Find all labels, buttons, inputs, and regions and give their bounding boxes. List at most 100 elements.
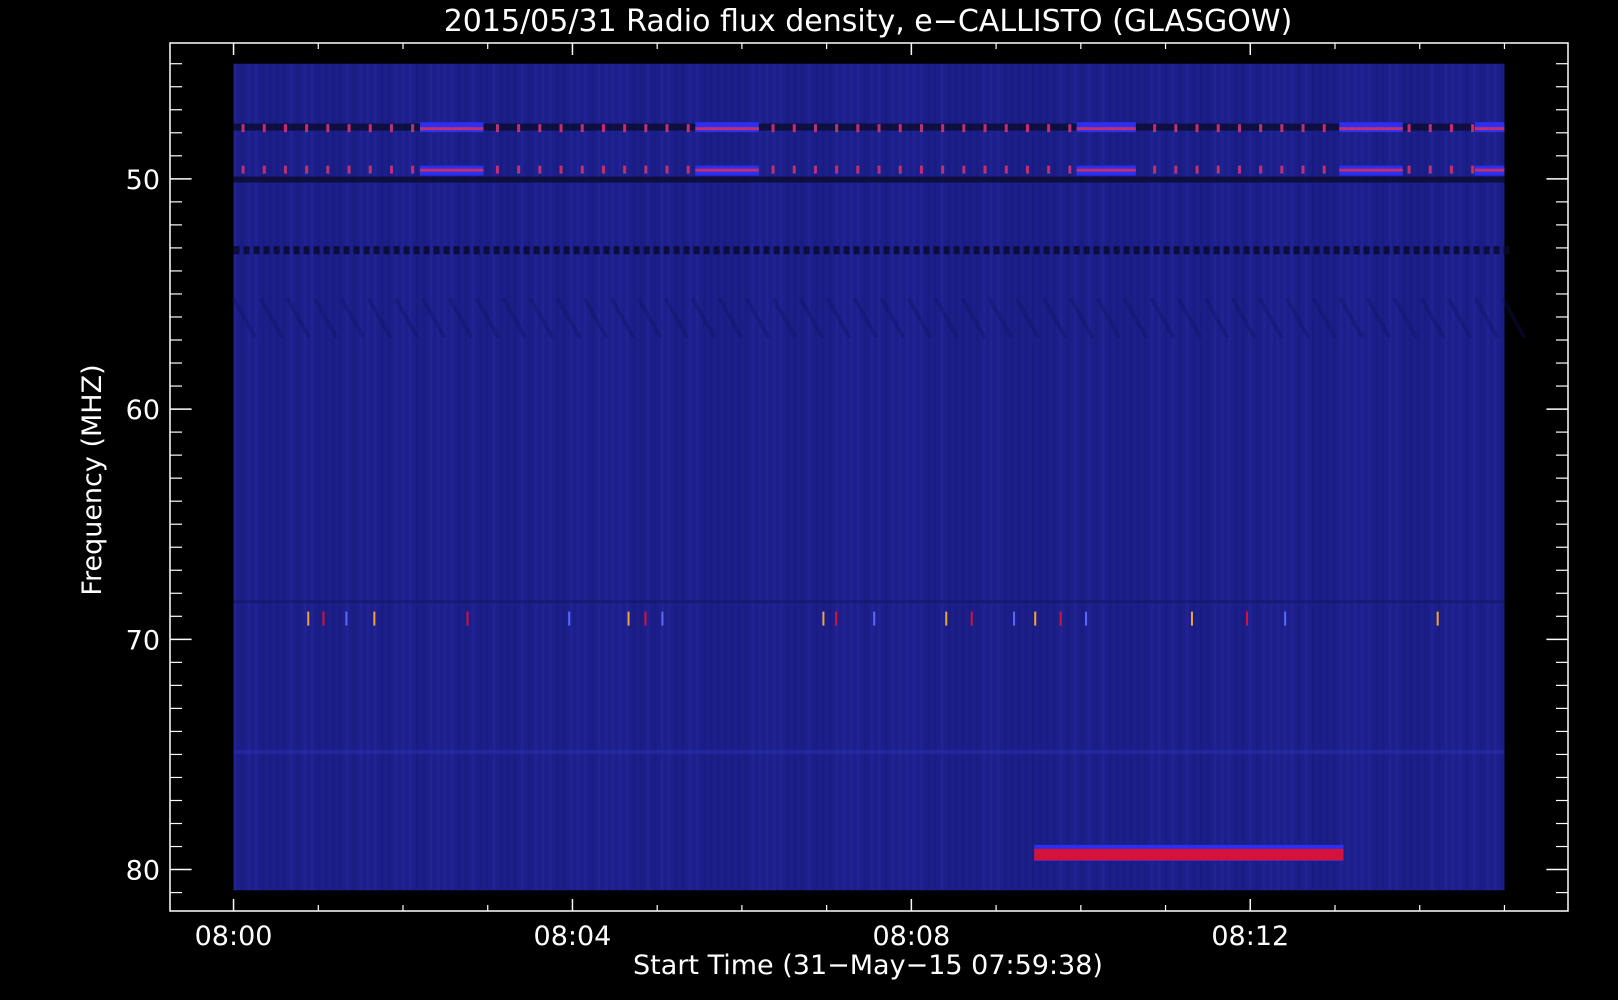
noise-column (1339, 63, 1343, 891)
stripe-segment (1273, 246, 1280, 255)
dash-lower (665, 165, 669, 174)
noise-column (1255, 63, 1259, 891)
dash-lower (283, 165, 287, 174)
block-upper (1076, 122, 1136, 133)
spike (307, 611, 310, 626)
stripe-segment (863, 246, 870, 255)
stripe-segment (1003, 246, 1010, 255)
stripe-segment (753, 246, 760, 255)
noise-column (835, 63, 839, 891)
stripe-segment (243, 246, 250, 255)
dash-upper (1216, 124, 1220, 133)
stripe-segment (643, 246, 650, 255)
noise-column (898, 63, 902, 891)
dash-lower (1153, 165, 1157, 174)
stripe-segment (313, 246, 320, 255)
noise-column (366, 63, 370, 891)
noise-column (1409, 63, 1413, 891)
dash-upper (665, 124, 669, 133)
noise-column (1031, 63, 1035, 891)
noise-column (1227, 63, 1231, 891)
noise-column (1185, 63, 1189, 891)
dash-upper (623, 124, 627, 133)
noise-column (506, 63, 510, 891)
noise-column (975, 63, 979, 891)
noise-column (667, 63, 671, 891)
stripe-segment (1193, 246, 1200, 255)
noise-column (1136, 63, 1140, 891)
stripe-segment (503, 246, 510, 255)
dash-upper (326, 124, 330, 133)
noise-column (1388, 63, 1392, 891)
dash-upper (580, 124, 584, 133)
stripe-segment (773, 246, 780, 255)
y-tick-label: 80 (126, 856, 160, 887)
dash-upper (1407, 124, 1411, 133)
y-axis-label: Frequency (MHZ) (77, 364, 108, 595)
noise-column (604, 63, 608, 891)
dash-upper (898, 124, 902, 133)
stripe-segment (613, 246, 620, 255)
y-tick-label: 70 (126, 625, 160, 656)
dash-lower (347, 165, 351, 174)
noise-column (1115, 63, 1119, 891)
stripe-segment (1313, 246, 1320, 255)
noise-column (422, 63, 426, 891)
stripe-segment (1403, 246, 1410, 255)
noise-column (1346, 63, 1350, 891)
stripe-segment (793, 246, 800, 255)
dash-upper (1153, 124, 1157, 133)
noise-column (324, 63, 328, 891)
noise-column (429, 63, 433, 891)
noise-column (520, 63, 524, 891)
dash-lower (1047, 165, 1051, 174)
noise-column (548, 63, 552, 891)
stripe-segment (463, 246, 470, 255)
stripe-segment (1063, 246, 1070, 255)
noise-column (373, 63, 377, 891)
dash-upper (495, 124, 499, 133)
dash-lower (305, 165, 309, 174)
noise-column (1402, 63, 1406, 891)
noise-column (695, 63, 699, 891)
stripe-segment (1233, 246, 1240, 255)
block-upper-core (695, 127, 759, 131)
spike (466, 611, 469, 626)
noise-column (338, 63, 342, 891)
noise-column (639, 63, 643, 891)
dash-lower (898, 165, 902, 174)
dash-upper (856, 124, 860, 133)
y-tick-label: 60 (126, 395, 160, 426)
noise-column (1325, 63, 1329, 891)
stripe-segment (1263, 246, 1270, 255)
dash-upper (411, 124, 415, 133)
noise-column (1416, 63, 1420, 891)
spike (644, 611, 647, 626)
spike (1059, 611, 1062, 626)
noise-column (233, 63, 237, 891)
spike (1034, 611, 1037, 626)
dash-upper (813, 124, 817, 133)
spike (1190, 611, 1193, 626)
noise-column (828, 63, 832, 891)
noise-column (751, 63, 755, 891)
stripe-segment (1053, 246, 1060, 255)
stripe-segment (823, 246, 830, 255)
noise-column (996, 63, 1000, 891)
noise-column (709, 63, 713, 891)
noise-column (1206, 63, 1210, 891)
dash-upper (305, 124, 309, 133)
noise-column (730, 63, 734, 891)
dash-lower (792, 165, 796, 174)
spike (373, 611, 376, 626)
stripe-segment (573, 246, 580, 255)
stripe-segment (533, 246, 540, 255)
stripe-segment (453, 246, 460, 255)
stripe-segment (273, 246, 280, 255)
noise-column (282, 63, 286, 891)
stripe-segment (1293, 246, 1300, 255)
noise-column (569, 63, 573, 891)
stripe-segment (683, 246, 690, 255)
stripe-segment (1493, 246, 1500, 255)
noise-column (1038, 63, 1042, 891)
